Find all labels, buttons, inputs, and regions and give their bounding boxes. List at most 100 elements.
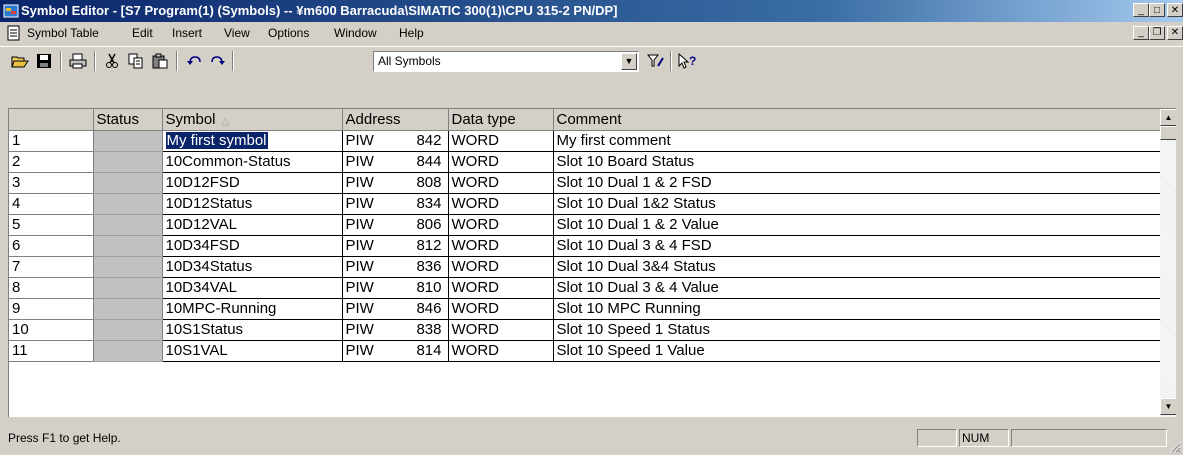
copy-button[interactable] xyxy=(124,50,147,72)
print-button[interactable] xyxy=(66,50,89,72)
redo-button[interactable] xyxy=(206,50,229,72)
vertical-scrollbar[interactable]: ▲ ▼ xyxy=(1160,109,1176,417)
table-row[interactable]: 9 10MPC-Running PIW 846 WORD Slot 10 MPC Runn… xyxy=(9,298,1161,320)
address-cell[interactable]: PIW 808 xyxy=(342,172,449,194)
row-number-cell[interactable]: 8 xyxy=(9,277,94,299)
data-type-cell[interactable]: WORD xyxy=(448,214,554,236)
address-cell[interactable]: PIW 844 xyxy=(342,151,449,173)
status-cell[interactable] xyxy=(93,151,163,173)
header-row-number[interactable] xyxy=(9,109,94,131)
data-type-cell[interactable]: WORD xyxy=(448,277,554,299)
comment-cell[interactable]: Slot 10 Board Status xyxy=(553,151,1161,173)
symbol-cell[interactable]: 10D12VAL xyxy=(162,214,343,236)
menu-symbol-table[interactable]: Symbol Table xyxy=(27,26,99,40)
symbol-table-grid[interactable]: Status Symbol △ Address Data type Comment… xyxy=(8,108,1176,417)
row-number-cell[interactable]: 5 xyxy=(9,214,94,236)
status-cell[interactable] xyxy=(93,214,163,236)
chevron-down-icon[interactable]: ▼ xyxy=(621,53,637,70)
header-address[interactable]: Address xyxy=(342,109,449,131)
context-help-button[interactable]: ? xyxy=(676,50,699,72)
address-cell[interactable]: PIW 838 xyxy=(342,319,449,341)
status-cell[interactable] xyxy=(93,256,163,278)
symbol-cell[interactable]: 10D12FSD xyxy=(162,172,343,194)
header-symbol[interactable]: Symbol △ xyxy=(162,109,343,131)
status-cell[interactable] xyxy=(93,235,163,257)
header-data-type[interactable]: Data type xyxy=(448,109,554,131)
data-type-cell[interactable]: WORD xyxy=(448,151,554,173)
comment-cell[interactable]: Slot 10 Dual 1 & 2 FSD xyxy=(553,172,1161,194)
header-status[interactable]: Status xyxy=(93,109,163,131)
mdi-minimize-button[interactable]: _ xyxy=(1133,26,1149,40)
data-type-cell[interactable]: WORD xyxy=(448,319,554,341)
header-comment[interactable]: Comment xyxy=(553,109,1161,131)
data-type-cell[interactable]: WORD xyxy=(448,298,554,320)
title-bar[interactable]: Symbol Editor - [S7 Program(1) (Symbols)… xyxy=(0,0,1183,22)
table-row[interactable]: 4 10D12Status PIW 834 WORD Slot 10 Dual 1&2 S… xyxy=(9,193,1161,215)
paste-button[interactable] xyxy=(148,50,171,72)
symbol-cell[interactable]: 10S1VAL xyxy=(162,340,343,362)
symbol-cell[interactable]: 10MPC-Running xyxy=(162,298,343,320)
row-number-cell[interactable]: 10 xyxy=(9,319,94,341)
address-cell[interactable]: PIW 812 xyxy=(342,235,449,257)
table-row[interactable]: 3 10D12FSD PIW 808 WORD Slot 10 Dual 1 & 2 FS… xyxy=(9,172,1161,194)
address-cell[interactable]: PIW 842 xyxy=(342,130,449,152)
data-type-cell[interactable]: WORD xyxy=(448,340,554,362)
address-cell[interactable]: PIW 834 xyxy=(342,193,449,215)
comment-cell[interactable]: Slot 10 Dual 3&4 Status xyxy=(553,256,1161,278)
data-type-cell[interactable]: WORD xyxy=(448,172,554,194)
comment-cell[interactable]: Slot 10 Speed 1 Value xyxy=(553,340,1161,362)
row-number-cell[interactable]: 1 xyxy=(9,130,94,152)
row-number-cell[interactable]: 7 xyxy=(9,256,94,278)
open-button[interactable] xyxy=(8,50,31,72)
data-type-cell[interactable]: WORD xyxy=(448,235,554,257)
address-cell[interactable]: PIW 836 xyxy=(342,256,449,278)
row-number-cell[interactable]: 11 xyxy=(9,340,94,362)
menu-window[interactable]: Window xyxy=(334,26,377,40)
minimize-button[interactable]: _ xyxy=(1133,3,1149,17)
comment-cell[interactable]: Slot 10 Dual 1 & 2 Value xyxy=(553,214,1161,236)
scroll-up-button[interactable]: ▲ xyxy=(1160,109,1176,126)
data-type-cell[interactable]: WORD xyxy=(448,130,554,152)
scroll-down-button[interactable]: ▼ xyxy=(1160,398,1176,415)
symbol-cell[interactable]: 10D34Status xyxy=(162,256,343,278)
status-cell[interactable] xyxy=(93,277,163,299)
resize-grip-icon[interactable] xyxy=(1169,441,1181,453)
status-cell[interactable] xyxy=(93,298,163,320)
document-icon[interactable] xyxy=(6,25,22,41)
mdi-restore-button[interactable]: ❐ xyxy=(1149,26,1165,40)
status-cell[interactable] xyxy=(93,340,163,362)
comment-cell[interactable]: Slot 10 Dual 3 & 4 FSD xyxy=(553,235,1161,257)
comment-cell[interactable]: Slot 10 MPC Running xyxy=(553,298,1161,320)
menu-help[interactable]: Help xyxy=(399,26,424,40)
close-button[interactable]: ✕ xyxy=(1167,3,1183,17)
status-cell[interactable] xyxy=(93,172,163,194)
symbol-cell[interactable]: 10S1Status xyxy=(162,319,343,341)
comment-cell[interactable]: Slot 10 Dual 1&2 Status xyxy=(553,193,1161,215)
scroll-thumb[interactable] xyxy=(1160,126,1176,140)
comment-cell[interactable]: Slot 10 Dual 3 & 4 Value xyxy=(553,277,1161,299)
table-row[interactable]: 7 10D34Status PIW 836 WORD Slot 10 Dual 3&4 S… xyxy=(9,256,1161,278)
maximize-button[interactable]: □ xyxy=(1149,3,1165,17)
table-row[interactable]: 6 10D34FSD PIW 812 WORD Slot 10 Dual 3 & 4 FS… xyxy=(9,235,1161,257)
menu-insert[interactable]: Insert xyxy=(172,26,202,40)
table-row[interactable]: 2 10Common-Status PIW 844 WORD Slot 10 Board … xyxy=(9,151,1161,173)
menu-view[interactable]: View xyxy=(224,26,250,40)
menu-edit[interactable]: Edit xyxy=(132,26,153,40)
comment-cell[interactable]: Slot 10 Speed 1 Status xyxy=(553,319,1161,341)
address-cell[interactable]: PIW 814 xyxy=(342,340,449,362)
row-number-cell[interactable]: 4 xyxy=(9,193,94,215)
symbol-cell[interactable]: 10D12Status xyxy=(162,193,343,215)
table-row[interactable]: 11 10S1VAL PIW 814 WORD Slot 10 Speed 1 Value xyxy=(9,340,1161,362)
row-number-cell[interactable]: 2 xyxy=(9,151,94,173)
status-cell[interactable] xyxy=(93,130,163,152)
table-row[interactable]: 5 10D12VAL PIW 806 WORD Slot 10 Dual 1 & 2 Va… xyxy=(9,214,1161,236)
undo-button[interactable] xyxy=(182,50,205,72)
status-cell[interactable] xyxy=(93,319,163,341)
data-type-cell[interactable]: WORD xyxy=(448,193,554,215)
data-type-cell[interactable]: WORD xyxy=(448,256,554,278)
filter-button[interactable] xyxy=(644,50,667,72)
table-row[interactable]: 10 10S1Status PIW 838 WORD Slot 10 Speed 1 St… xyxy=(9,319,1161,341)
address-cell[interactable]: PIW 806 xyxy=(342,214,449,236)
comment-cell[interactable]: My first comment xyxy=(553,130,1161,152)
symbol-filter-combobox[interactable]: All Symbols ▼ xyxy=(373,51,639,72)
